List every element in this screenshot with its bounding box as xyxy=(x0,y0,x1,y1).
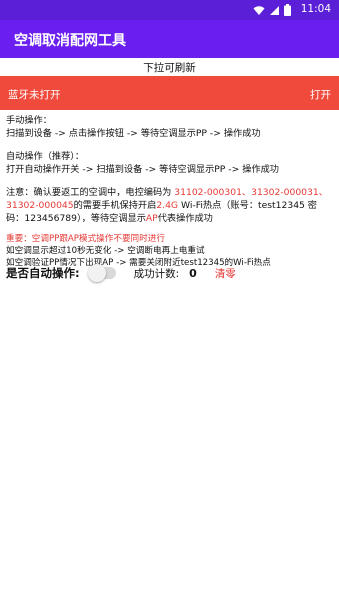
pull-to-refresh-hint: 下拉可刷新 xyxy=(143,62,196,74)
instructions: 手动操作： 扫描到设备 -> 点击操作按钮 -> 等待空调显示PP -> 操作成… xyxy=(6,114,333,269)
note-part4: 代表操作成功 xyxy=(157,213,213,224)
note-part2: 的需要手机保持开启 xyxy=(73,200,157,211)
status-bar: 11:04 xyxy=(0,0,339,20)
auto-title: 自动操作（推荐）： xyxy=(6,151,85,162)
app-title: 空调取消配网工具 xyxy=(14,33,126,49)
bluetooth-banner: 蓝牙未打开 打开 xyxy=(0,76,339,110)
controls-row: 是否自动操作: 成功计数: 0 清零 xyxy=(6,262,333,284)
note-part1: 注意：确认要返工的空调中，电控编码为 xyxy=(6,187,175,198)
bluetooth-status: 蓝牙未打开 xyxy=(8,89,61,101)
auto-steps: 打开自动操作开关 -> 扫描到设备 -> 等待空调显示PP -> 操作成功 xyxy=(6,164,279,175)
manual-steps: 扫描到设备 -> 点击操作按钮 -> 等待空调显示PP -> 操作成功 xyxy=(6,128,261,139)
warning-important: 重要：空调PP跟AP模式操作不要同时进行 xyxy=(6,234,165,244)
manual-title: 手动操作： xyxy=(6,115,52,126)
warning-retry: 如空调显示超过10秒无变化 -> 空调断电再上电重试 xyxy=(6,246,205,256)
note-text: 注意：确认要返工的空调中，电控编码为 31102-000301、31302-00… xyxy=(6,186,333,225)
auto-operation-label: 是否自动操作: xyxy=(6,266,80,280)
toggle-knob xyxy=(87,264,106,282)
status-icons xyxy=(253,4,291,16)
auto-operation-toggle[interactable] xyxy=(87,264,116,282)
wifi-icon xyxy=(253,5,265,15)
open-bluetooth-button[interactable]: 打开 xyxy=(310,87,331,102)
app-bar: 空调取消配网工具 xyxy=(0,20,339,58)
note-band: 2.4G xyxy=(156,200,179,211)
reset-count-button[interactable]: 清零 xyxy=(215,266,236,281)
success-count-value: 0 xyxy=(189,266,197,280)
battery-icon xyxy=(284,4,291,16)
status-time: 11:04 xyxy=(300,3,331,15)
signal-icon xyxy=(270,5,279,15)
success-count-label: 成功计数: xyxy=(133,267,180,280)
note-ap: AP xyxy=(145,213,158,224)
